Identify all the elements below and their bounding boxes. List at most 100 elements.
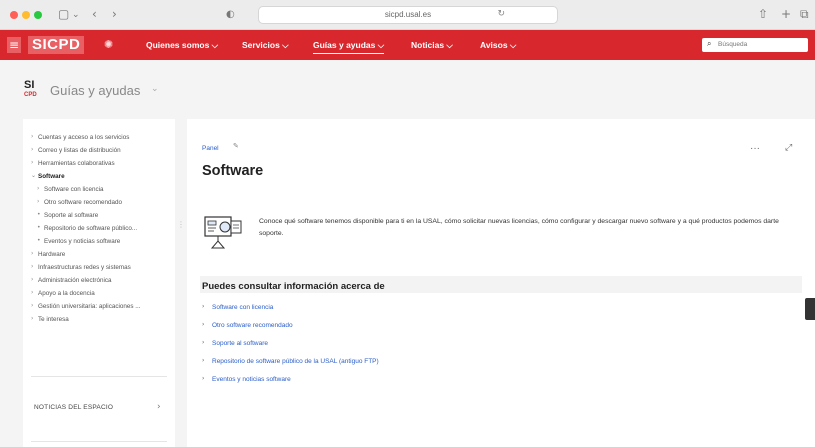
- zoom-window-button[interactable]: [34, 11, 42, 19]
- chevron-right-icon: ›: [202, 339, 205, 346]
- space-logo[interactable]: SI CPD: [23, 80, 39, 102]
- sidebar-tree-item[interactable]: › Hardware: [23, 248, 175, 261]
- chevron-right-icon[interactable]: ›: [31, 302, 33, 309]
- sidebar-tree-item[interactable]: › Correo y listas de distribución: [23, 144, 175, 157]
- sidebar-tree-item[interactable]: › Cuentas y acceso a los servicios: [23, 131, 175, 144]
- chevron-right-icon: ›: [202, 321, 205, 328]
- back-icon[interactable]: ‹: [92, 7, 97, 21]
- chevron-down-icon[interactable]: ⌄: [151, 84, 159, 94]
- sidebar-tree-label[interactable]: Infraestructuras redes y sistemas: [38, 264, 131, 271]
- university-seal-icon: ✺: [104, 38, 114, 51]
- section-title: Puedes consultar información acerca de: [202, 281, 385, 292]
- minimize-window-button[interactable]: [22, 11, 30, 19]
- nav-quienes-somos[interactable]: Quienes somos ⌵: [146, 40, 218, 51]
- sidebar-tree-item[interactable]: › Infraestructuras redes y sistemas: [23, 261, 175, 274]
- page-tree: › Cuentas y acceso a los servicios › Correo…: [23, 131, 175, 326]
- chevron-down-icon[interactable]: ⌄: [31, 172, 36, 179]
- divider: [31, 441, 167, 442]
- forward-icon[interactable]: ›: [112, 7, 117, 21]
- list-item: › Soporte al software: [202, 337, 602, 355]
- close-window-button[interactable]: [10, 11, 18, 19]
- page-content: Panel ✎ ··· ⤢ Software Conoce qué softwa…: [187, 119, 815, 447]
- sidebar-tree-label[interactable]: Repositorio de software público...: [44, 225, 137, 232]
- chevron-down-icon[interactable]: ⌄: [72, 8, 80, 22]
- nav-avisos[interactable]: Avisos ⌵: [480, 40, 516, 51]
- info-link[interactable]: Soporte al software: [212, 340, 268, 347]
- page-tree-sidebar: › Cuentas y acceso a los servicios › Correo…: [23, 119, 175, 447]
- bullet-icon: •: [37, 237, 41, 244]
- chevron-right-icon[interactable]: ›: [31, 250, 33, 257]
- intro-text: Conoce qué software tenemos disponible p…: [259, 218, 779, 237]
- sidebar-tree-item[interactable]: › Software con licencia: [23, 183, 175, 196]
- sidebar-tree-item[interactable]: ⌄ Software: [23, 170, 175, 183]
- chevron-right-icon[interactable]: ›: [31, 159, 33, 166]
- sidebar-tree-item[interactable]: • Eventos y noticias software: [23, 235, 175, 248]
- nav-guias-y-ayudas[interactable]: Guías y ayudas ⌵: [313, 40, 385, 54]
- sidebar-tree-label[interactable]: Apoyo a la docencia: [38, 290, 95, 297]
- shield-icon[interactable]: ◐: [226, 8, 235, 22]
- share-icon[interactable]: ⇧: [758, 7, 768, 21]
- sidebar-tree-item[interactable]: › Te interesa: [23, 313, 175, 326]
- address-bar[interactable]: sicpd.usal.es ↻: [258, 6, 558, 24]
- sidebar-tree-label[interactable]: Correo y listas de distribución: [38, 147, 121, 154]
- nav-noticias[interactable]: Noticias ⌵: [411, 40, 453, 51]
- breadcrumb[interactable]: Panel: [202, 145, 219, 152]
- sidebar-tree-item[interactable]: › Gestión universitaria: aplicaciones ...: [23, 300, 175, 313]
- chevron-right-icon[interactable]: ›: [31, 315, 33, 322]
- info-link[interactable]: Eventos y noticias software: [212, 376, 291, 383]
- sidebar-tree-label[interactable]: Cuentas y acceso a los servicios: [38, 134, 129, 141]
- sidebar-tree-label[interactable]: Hardware: [38, 251, 65, 258]
- page-title: Software: [202, 163, 264, 179]
- chevron-right-icon[interactable]: ›: [37, 185, 39, 192]
- search-input[interactable]: ⌕ Búsqueda: [702, 38, 808, 52]
- chevron-right-icon[interactable]: ›: [31, 289, 33, 296]
- chevron-right-icon[interactable]: ›: [31, 263, 33, 270]
- reload-icon[interactable]: ↻: [497, 9, 505, 19]
- sidebar-tree-item[interactable]: • Repositorio de software público...: [23, 222, 175, 235]
- sidebar-tree-label[interactable]: Gestión universitaria: aplicaciones ...: [38, 303, 141, 310]
- sidebar-tree-label[interactable]: Te interesa: [38, 316, 69, 323]
- sidebar-resize-handle[interactable]: ⋮: [177, 220, 185, 229]
- sidebar-tree-item[interactable]: › Administración electrónica: [23, 274, 175, 287]
- bullet-icon: •: [37, 224, 41, 231]
- chevron-right-icon: ›: [202, 357, 205, 364]
- space-news-link[interactable]: NOTICIAS DEL ESPACIO: [34, 404, 113, 411]
- sidebar-icon[interactable]: ▢: [58, 7, 69, 21]
- nav-servicios[interactable]: Servicios ⌵: [242, 40, 289, 51]
- sidebar-tree-item[interactable]: › Herramientas colaborativas: [23, 157, 175, 170]
- sidebar-tree-label[interactable]: Software: [38, 173, 65, 180]
- menu-icon[interactable]: ≡: [7, 37, 21, 53]
- chevron-right-icon[interactable]: ›: [37, 198, 39, 205]
- chevron-right-icon[interactable]: ›: [157, 402, 161, 412]
- tabs-icon[interactable]: ⧉: [800, 7, 809, 21]
- more-actions-button[interactable]: ···: [750, 143, 760, 154]
- space-title[interactable]: Guías y ayudas: [50, 83, 140, 98]
- sidebar-tree-item[interactable]: › Otro software recomendado: [23, 196, 175, 209]
- sidebar-tree-label[interactable]: Soporte al software: [44, 212, 98, 219]
- sidebar-tree-label[interactable]: Software con licencia: [44, 186, 104, 193]
- new-tab-icon[interactable]: +: [781, 7, 791, 21]
- space-logo-si: SI: [24, 79, 35, 91]
- chevron-right-icon[interactable]: ›: [31, 133, 33, 140]
- list-item: › Otro software recomendado: [202, 319, 602, 337]
- url-text: sicpd.usal.es: [384, 10, 432, 19]
- info-link[interactable]: Software con licencia: [212, 304, 273, 311]
- edit-icon[interactable]: ✎: [233, 142, 239, 150]
- sidebar-tree-label[interactable]: Otro software recomendado: [44, 199, 122, 206]
- search-icon: ⌕: [707, 39, 712, 48]
- expand-icon[interactable]: ⤢: [785, 143, 792, 153]
- info-link[interactable]: Repositorio de software público de la US…: [212, 358, 379, 365]
- sidebar-tree-label[interactable]: Herramientas colaborativas: [38, 160, 115, 167]
- chevron-right-icon[interactable]: ›: [31, 146, 33, 153]
- sidebar-tree-label[interactable]: Eventos y noticias software: [44, 238, 120, 245]
- chevron-right-icon: ›: [202, 303, 205, 310]
- space-logo-cpd: CPD: [24, 92, 37, 98]
- sidebar-tree-label[interactable]: Administración electrónica: [38, 277, 112, 284]
- info-link[interactable]: Otro software recomendado: [212, 322, 293, 329]
- chevron-right-icon[interactable]: ›: [31, 276, 33, 283]
- sidebar-tree-item[interactable]: › Apoyo a la docencia: [23, 287, 175, 300]
- feedback-tab[interactable]: [805, 298, 815, 320]
- software-illustration-icon: [204, 216, 242, 249]
- site-logo[interactable]: SICPD: [28, 36, 85, 54]
- sidebar-tree-item[interactable]: • Soporte al software: [23, 209, 175, 222]
